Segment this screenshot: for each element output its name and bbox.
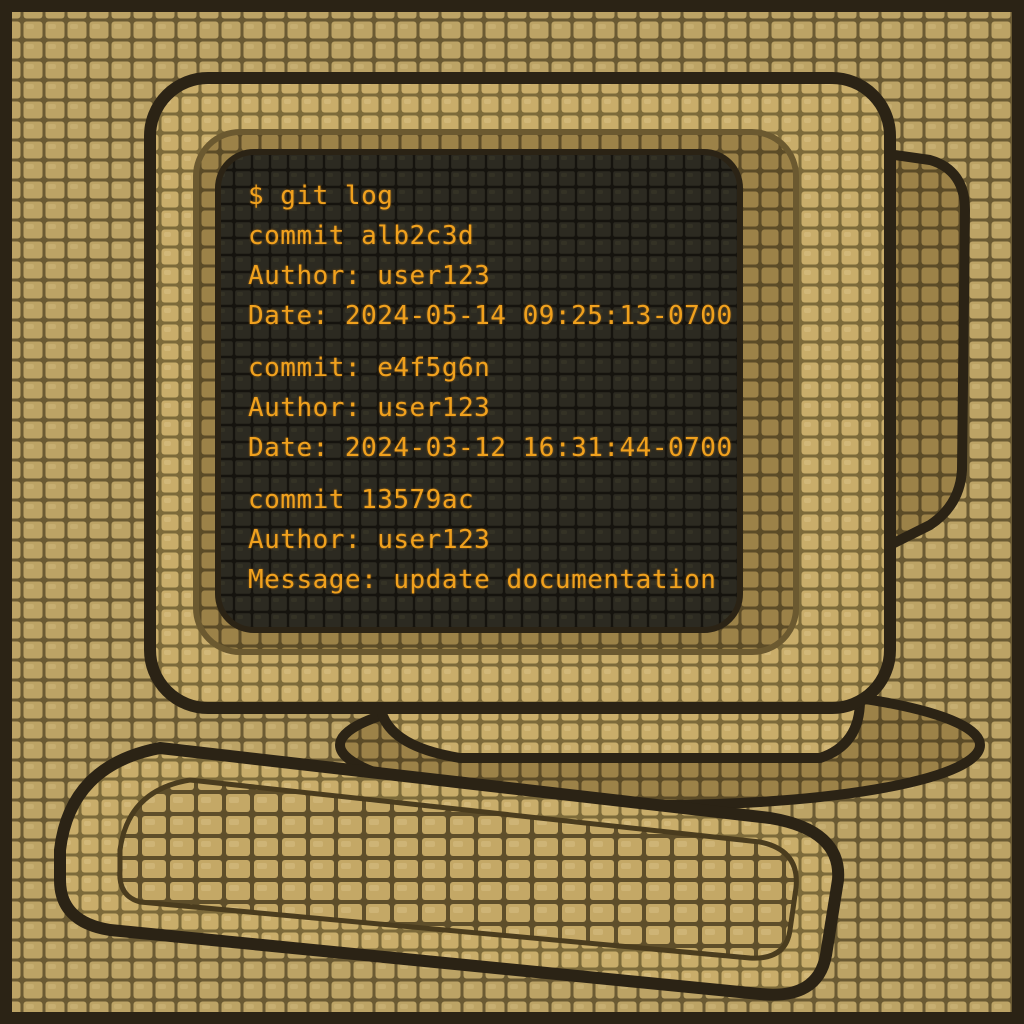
date-line: Date: 2024-05-14 09:25:13-0700	[248, 301, 733, 331]
commit-line: commit: e4f5g6n	[248, 353, 491, 383]
log-entry-2: commit: e4f5g6n Author: user123 Date: 20…	[248, 348, 733, 468]
log-entry-1: commit alb2c3d Author: user123 Date: 202…	[248, 216, 733, 336]
mosaic-computer-scene: $ git log commit alb2c3d Author: user123…	[0, 0, 1024, 1024]
entry-spacer	[248, 468, 718, 480]
entry-spacer	[248, 336, 718, 348]
commit-line: commit alb2c3d	[248, 221, 475, 251]
terminal-prompt: $ git log	[248, 181, 394, 211]
log-entry-3: commit 13579ac Author: user123 Message: …	[248, 480, 718, 600]
author-line: Author: user123	[248, 261, 491, 291]
author-line: Author: user123	[248, 525, 491, 555]
date-line: Date: 2024-03-12 16:31:44-0700	[248, 433, 733, 463]
terminal-output: $ git log commit alb2c3d Author: user123…	[248, 176, 733, 596]
author-line: Author: user123	[248, 393, 491, 423]
message-line: Message: update documentation	[248, 565, 717, 595]
commit-line: commit 13579ac	[248, 485, 475, 515]
